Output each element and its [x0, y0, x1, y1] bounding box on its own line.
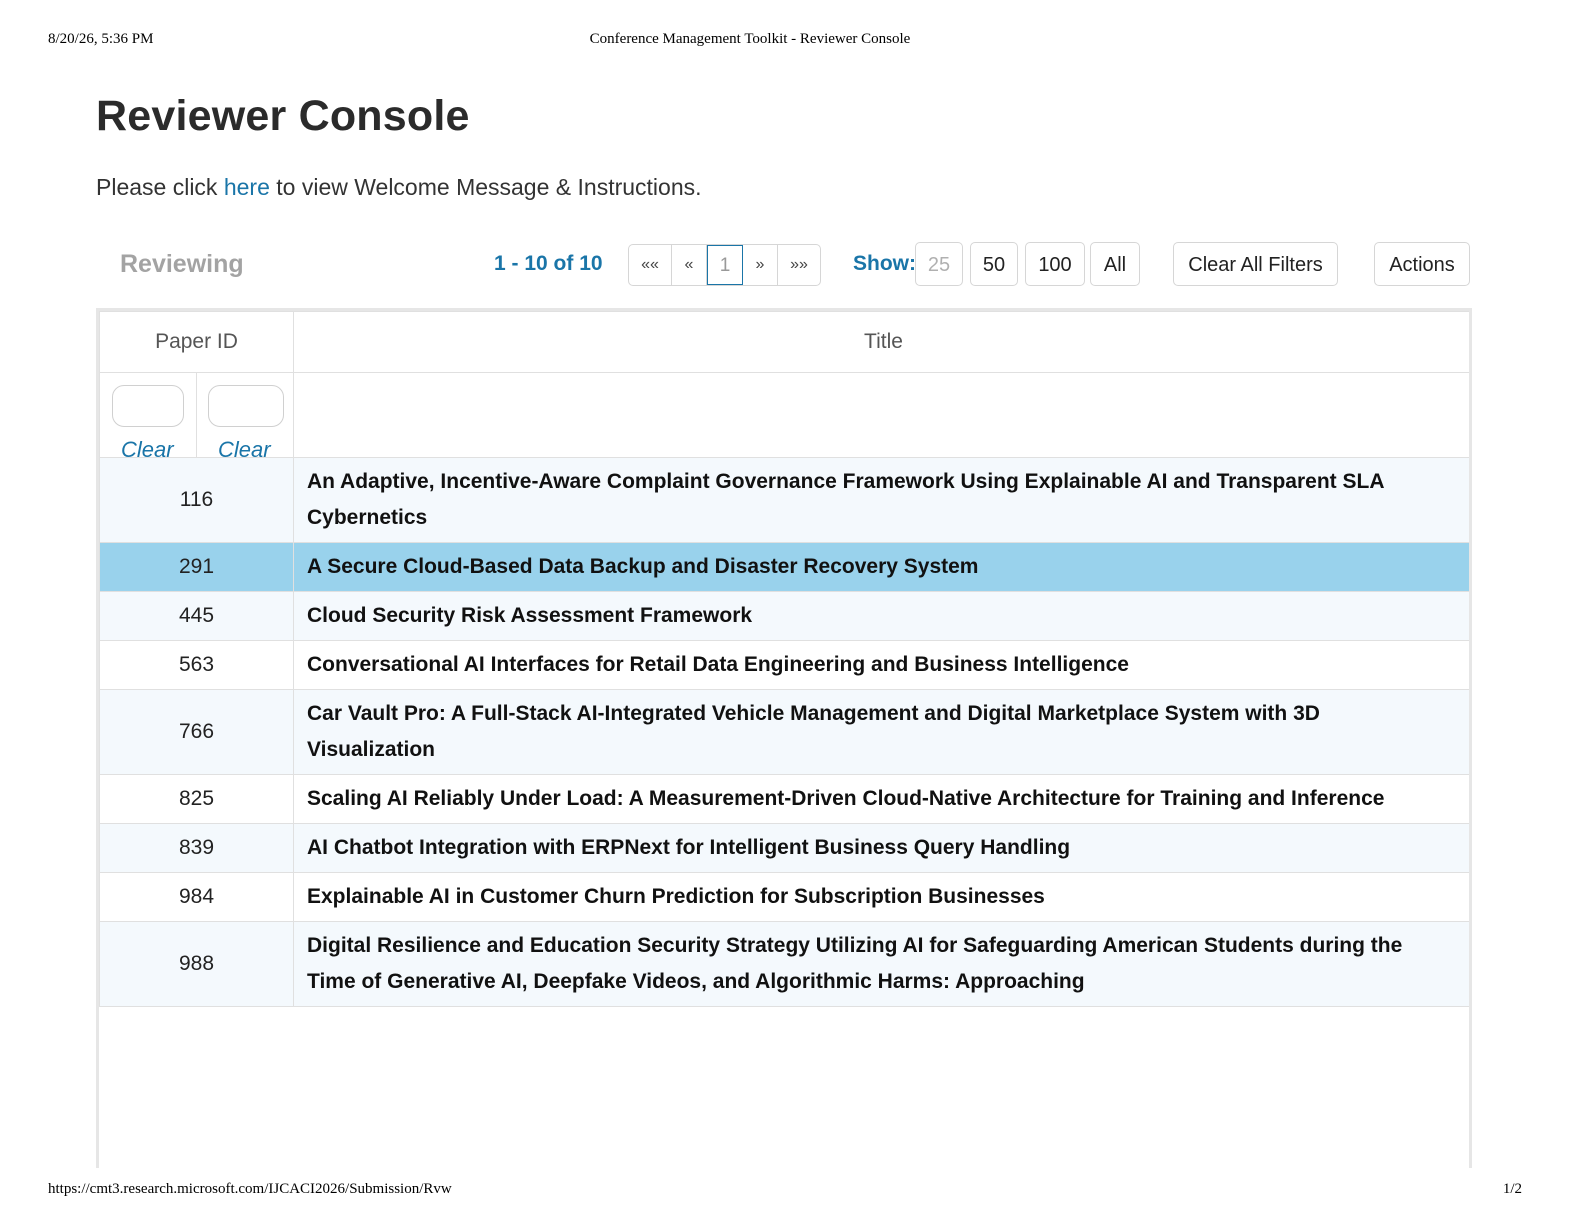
paper-id-cell: 984	[99, 872, 294, 922]
reviewing-heading: Reviewing	[120, 250, 244, 278]
paper-id-cell: 563	[99, 640, 294, 690]
last-page-button[interactable]: »»	[778, 245, 820, 285]
paper-title-cell[interactable]: Explainable AI in Customer Churn Predict…	[293, 872, 1469, 922]
paper-id-to-input[interactable]	[208, 385, 284, 427]
paper-id-filters: Clear Clear	[99, 372, 294, 462]
paper-id-cell: 291	[99, 542, 294, 592]
paper-title-cell[interactable]: Digital Resilience and Education Securit…	[293, 921, 1469, 1007]
paper-title-cell[interactable]: Conversational AI Interfaces for Retail …	[293, 640, 1469, 690]
intro-text: Please click here to view Welcome Messag…	[96, 174, 702, 201]
table-body: 116 An Adaptive, Incentive-Aware Complain…	[99, 457, 1469, 1007]
table-row[interactable]: 984 Explainable AI in Customer Churn Pred…	[99, 872, 1469, 922]
pagination: «« « 1 » »»	[628, 244, 821, 286]
title-filter-cell	[293, 372, 1469, 458]
show-25-button[interactable]: 25	[915, 242, 963, 286]
first-page-button[interactable]: ««	[629, 245, 672, 285]
column-header-paper-id[interactable]: Paper ID	[99, 311, 294, 373]
actions-button[interactable]: Actions	[1374, 242, 1470, 286]
show-label: Show:	[853, 252, 916, 275]
paper-title-cell[interactable]: Scaling AI Reliably Under Load: A Measur…	[293, 774, 1469, 824]
table-row[interactable]: 116 An Adaptive, Incentive-Aware Complain…	[99, 457, 1469, 543]
paper-id-cell: 825	[99, 774, 294, 824]
table-row[interactable]: 839 AI Chatbot Integration with ERPNext f…	[99, 823, 1469, 873]
welcome-link[interactable]: here	[224, 174, 270, 200]
paper-id-cell: 445	[99, 591, 294, 641]
show-all-button[interactable]: All	[1090, 242, 1140, 286]
table-row[interactable]: 766 Car Vault Pro: A Full-Stack AI-Integr…	[99, 689, 1469, 775]
table-row[interactable]: 291 A Secure Cloud-Based Data Backup and …	[99, 542, 1469, 592]
show-100-button[interactable]: 100	[1025, 242, 1085, 286]
filter-divider	[196, 373, 197, 457]
page-title: Reviewer Console	[96, 92, 470, 140]
prev-page-button[interactable]: «	[672, 245, 707, 285]
table-row[interactable]: 563 Conversational AI Interfaces for Reta…	[99, 640, 1469, 690]
print-header: 8/20/26, 5:36 PM Conference Management T…	[0, 31, 1584, 51]
print-url: https://cmt3.research.microsoft.com/IJCA…	[48, 1181, 452, 1197]
toolbar: Reviewing 1 - 10 of 10 «« « 1 » »» Show:…	[96, 242, 1492, 292]
print-page-number: 1/2	[1502, 1181, 1522, 1197]
print-footer: https://cmt3.research.microsoft.com/IJCA…	[0, 1181, 1584, 1201]
paper-id-from-input[interactable]	[112, 385, 184, 427]
table-row[interactable]: 988 Digital Resilience and Education Secu…	[99, 921, 1469, 1007]
paper-id-cell: 839	[99, 823, 294, 873]
clear-filter-link-from[interactable]: Clear	[121, 437, 174, 463]
next-page-button[interactable]: »	[743, 245, 778, 285]
current-page-button[interactable]: 1	[707, 245, 743, 285]
clear-all-filters-button[interactable]: Clear All Filters	[1173, 242, 1338, 286]
paper-title-cell[interactable]: Cloud Security Risk Assessment Framework	[293, 591, 1469, 641]
clear-filter-link-to[interactable]: Clear	[218, 437, 271, 463]
intro-before: Please click	[96, 174, 224, 200]
paper-title-cell[interactable]: An Adaptive, Incentive-Aware Complaint G…	[293, 457, 1469, 543]
table-row[interactable]: 825 Scaling AI Reliably Under Load: A Mea…	[99, 774, 1469, 824]
paper-id-cell: 766	[99, 689, 294, 775]
paper-title-cell[interactable]: A Secure Cloud-Based Data Backup and Dis…	[293, 542, 1469, 592]
show-50-button[interactable]: 50	[970, 242, 1018, 286]
paper-title-cell[interactable]: Car Vault Pro: A Full-Stack AI-Integrate…	[293, 689, 1469, 775]
table-row[interactable]: 445 Cloud Security Risk Assessment Framew…	[99, 591, 1469, 641]
column-header-title[interactable]: Title	[293, 311, 1469, 373]
paper-id-cell: 988	[99, 921, 294, 1007]
paper-title-cell[interactable]: AI Chatbot Integration with ERPNext for …	[293, 823, 1469, 873]
result-range: 1 - 10 of 10	[494, 252, 603, 275]
paper-id-cell: 116	[99, 457, 294, 543]
intro-after: to view Welcome Message & Instructions.	[269, 174, 702, 200]
submissions-table: Paper ID Title Clear Clear 116 An Adaptiv…	[96, 308, 1472, 1168]
print-page-title: Conference Management Toolkit - Reviewer…	[589, 31, 911, 47]
